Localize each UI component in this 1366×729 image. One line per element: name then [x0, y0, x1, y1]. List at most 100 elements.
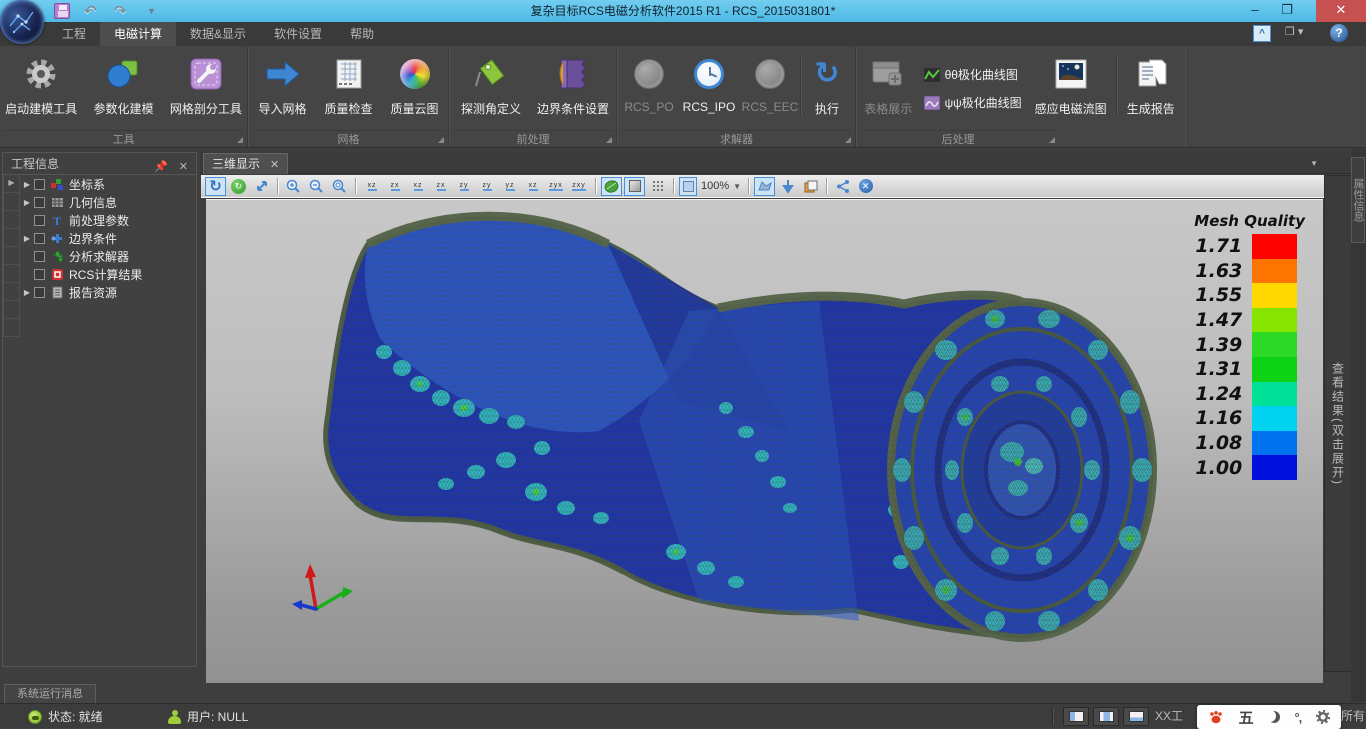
expand-arrow-icon[interactable]: ▶ — [20, 234, 34, 243]
import-mesh-button[interactable]: 导入网格 — [250, 48, 316, 129]
view-orientation-zy-button-5[interactable]: zy — [453, 177, 475, 196]
table-display-button[interactable]: 表格展示 — [857, 48, 920, 129]
region-select-button[interactable] — [754, 177, 775, 196]
tab-project[interactable]: 工程 — [48, 22, 100, 46]
layout-left-panel-button[interactable] — [1063, 707, 1089, 726]
tree-item-label: 几何信息 — [69, 194, 117, 211]
group-expand-icon[interactable] — [438, 137, 444, 143]
expand-arrow-icon[interactable]: ▶ — [20, 288, 34, 297]
quality-check-button[interactable]: 质量检查 — [316, 48, 382, 129]
tab-help[interactable]: 帮助 — [336, 22, 388, 46]
group-expand-icon[interactable] — [845, 137, 851, 143]
screenshot-down-button[interactable] — [777, 177, 798, 196]
ime-punctuation-icon[interactable]: °, — [1294, 710, 1301, 725]
view-orientation-xz-button-8[interactable]: xz — [522, 177, 544, 196]
close-view-button[interactable]: ✕ — [855, 177, 876, 196]
app-logo-icon[interactable] — [0, 0, 44, 44]
points-mode-button[interactable] — [647, 177, 668, 196]
zoom-in-button[interactable] — [283, 177, 304, 196]
generate-report-button[interactable]: 生成报告 — [1117, 48, 1185, 129]
boundary-settings-button[interactable]: 边界条件设置 — [531, 48, 615, 129]
view-orientation-xz-button-1[interactable]: xz — [361, 177, 383, 196]
shaded-mode-button[interactable] — [601, 177, 622, 196]
parametric-modeling-button[interactable]: 参数化建模 — [82, 48, 164, 129]
layout-bottom-panel-button[interactable] — [1123, 707, 1149, 726]
tree-item-1[interactable]: ▶▶坐标系 — [3, 175, 196, 193]
group-expand-icon[interactable] — [606, 137, 612, 143]
tree-item-7[interactable]: ▶报告资源 — [3, 283, 196, 301]
tree-item-6[interactable]: RCS计算结果 — [3, 265, 196, 283]
item-checkbox[interactable] — [34, 215, 45, 226]
item-checkbox[interactable] — [34, 197, 45, 208]
item-checkbox[interactable] — [34, 251, 45, 262]
group-expand-icon[interactable] — [237, 137, 243, 143]
tab-close-icon[interactable]: ✕ — [270, 159, 279, 171]
mesh-partition-button[interactable]: 网格剖分工具 — [165, 48, 247, 129]
view-orientation-zy-button-6[interactable]: zy — [476, 177, 498, 196]
ime-paw-icon[interactable] — [1208, 710, 1224, 725]
psi-polar-curve-button[interactable]: ψψ极化曲线图 — [920, 91, 1026, 115]
ime-mode-label[interactable]: 五 — [1239, 707, 1254, 728]
probe-angle-button[interactable]: 探测角定义 — [451, 48, 531, 129]
minimize-button[interactable]: – — [1240, 0, 1270, 22]
zoom-out-button[interactable] — [306, 177, 327, 196]
tab-3d-view[interactable]: 三维显示✕ — [203, 153, 288, 174]
item-checkbox[interactable] — [34, 233, 45, 244]
ime-settings-gear-icon[interactable] — [1316, 710, 1330, 724]
close-button[interactable]: ✕ — [1316, 0, 1366, 22]
view-orientation-zx-button-2[interactable]: zx — [384, 177, 406, 196]
rotate-view-button[interactable]: ↻ — [205, 177, 226, 196]
launch-modeling-button[interactable]: 启动建模工具 — [0, 48, 82, 129]
tab-data-display[interactable]: 数据&显示 — [176, 22, 260, 46]
3d-viewport[interactable]: Mesh Quality 1.711.631.551.471.391.311.2… — [206, 199, 1323, 683]
zoom-scale-icon[interactable] — [679, 177, 697, 196]
wireframe-mode-button[interactable] — [624, 177, 645, 196]
ime-fullhalf-moon-icon[interactable] — [1268, 711, 1280, 723]
ribbon: 启动建模工具 参数化建模 网格剖分工具 工具 — [0, 46, 1366, 148]
view-orientation-zx-button-4[interactable]: zx — [430, 177, 452, 196]
zoom-fit-button[interactable] — [329, 177, 350, 196]
solver-rcs-ipo-button[interactable]: RCS_IPO — [678, 48, 740, 129]
tab-settings[interactable]: 软件设置 — [260, 22, 336, 46]
quality-cloud-button[interactable]: 质量云图 — [382, 48, 448, 129]
solver-rcs-po-button[interactable]: RCS_PO — [620, 48, 678, 129]
tree-item-2[interactable]: ▶ 几何信息 — [3, 193, 196, 211]
tree-item-label: 边界条件 — [69, 230, 117, 247]
expand-arrow-icon[interactable]: ▶ — [20, 198, 34, 207]
table-window-icon — [871, 54, 905, 94]
tabbar-overflow-icon[interactable]: ▼ — [1310, 159, 1318, 168]
view-orientation-yz-button-7[interactable]: yz — [499, 177, 521, 196]
item-checkbox[interactable] — [34, 179, 45, 190]
tab-em-computation[interactable]: 电磁计算 — [100, 22, 176, 46]
item-checkbox[interactable] — [34, 269, 45, 280]
view-orientation-zyx-button-9[interactable]: zyx — [545, 177, 567, 196]
execute-button[interactable]: ↻ 执行 — [801, 48, 853, 129]
theta-polar-curve-button[interactable]: θθ极化曲线图 — [920, 63, 1026, 87]
tree-item-4[interactable]: ▶ 边界条件 — [3, 229, 196, 247]
tree-item-3[interactable]: T前处理参数 — [3, 211, 196, 229]
help-icon[interactable]: ? — [1330, 24, 1348, 42]
flow-share-button[interactable] — [832, 177, 853, 196]
copy-view-button[interactable] — [800, 177, 821, 196]
window-switch-icon[interactable]: ❐ ▾ — [1285, 25, 1311, 42]
legend-row: 1.24 — [1194, 382, 1305, 407]
view-orientation-zxy-button-10[interactable]: zxy — [568, 177, 590, 196]
properties-side-tab[interactable]: 属性信息 — [1351, 157, 1365, 243]
item-checkbox[interactable] — [34, 287, 45, 298]
ribbon-collapse-icon[interactable]: ^ — [1253, 25, 1271, 42]
results-side-tab[interactable]: 查看结果(双击展开) — [1324, 175, 1352, 672]
view-orientation-xz-button-3[interactable]: xz — [407, 177, 429, 196]
ime-toolbar[interactable]: 五 °, — [1197, 705, 1341, 729]
orbit-view-button[interactable]: ↻ — [228, 177, 249, 196]
group-expand-icon[interactable] — [1049, 137, 1055, 143]
legend-value: 1.31 — [1194, 358, 1252, 380]
system-message-tab[interactable]: 系统运行消息 — [4, 684, 96, 703]
pan-view-button[interactable] — [251, 177, 272, 196]
expand-arrow-icon[interactable]: ▶ — [20, 180, 34, 189]
solver-rcs-eec-button[interactable]: RCS_EEC — [740, 48, 800, 129]
restore-button[interactable]: ❐ — [1272, 0, 1302, 22]
zoom-level-dropdown-icon[interactable]: ▼ — [733, 182, 741, 191]
layout-center-panel-button[interactable] — [1093, 707, 1119, 726]
induced-current-map-button[interactable]: 感应电磁流图 — [1026, 48, 1116, 129]
tree-item-5[interactable]: 分析求解器 — [3, 247, 196, 265]
